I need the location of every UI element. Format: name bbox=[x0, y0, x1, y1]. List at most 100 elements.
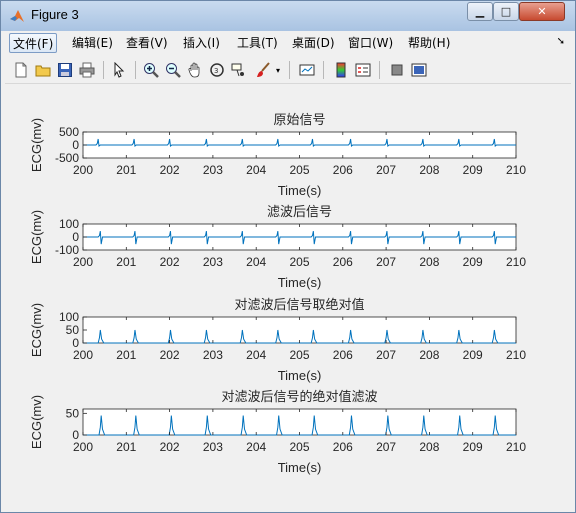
x-tick-label: 206 bbox=[333, 255, 353, 269]
plots-svg: 200 201 202 203 204 205 206 207 208 209 2105000-50… bbox=[29, 113, 526, 475]
x-tick-label: 205 bbox=[289, 255, 309, 269]
hide-plot-tools-icon[interactable] bbox=[387, 60, 407, 80]
x-tick-label: 204 bbox=[246, 440, 266, 454]
menu-desktop[interactable]: 桌面(D) bbox=[289, 33, 338, 53]
window-title: Figure 3 bbox=[31, 7, 79, 22]
menu-edit[interactable]: 编辑(E) bbox=[69, 33, 116, 53]
pan-icon[interactable] bbox=[185, 60, 205, 80]
toolbar-separator bbox=[379, 61, 380, 79]
matlab-logo-icon bbox=[10, 10, 24, 22]
x-tick-label: 200 bbox=[73, 163, 93, 177]
minimize-button[interactable]: ▁ bbox=[467, 2, 493, 21]
x-tick-label: 207 bbox=[376, 163, 396, 177]
brush-icon[interactable] bbox=[253, 60, 273, 80]
x-tick-label: 200 bbox=[73, 440, 93, 454]
toolbar-separator bbox=[323, 61, 324, 79]
y-tick-label: 0 bbox=[72, 336, 79, 350]
x-tick-label: 207 bbox=[376, 440, 396, 454]
x-tick-label: 203 bbox=[203, 255, 223, 269]
x-tick-label: 204 bbox=[246, 255, 266, 269]
save-icon[interactable] bbox=[55, 60, 75, 80]
y-tick-label: 100 bbox=[59, 217, 79, 231]
x-axis-label: Time(s) bbox=[278, 368, 322, 383]
x-axis-label: Time(s) bbox=[278, 183, 322, 198]
x-tick-label: 208 bbox=[419, 255, 439, 269]
pointer-icon[interactable] bbox=[109, 60, 129, 80]
x-tick-label: 209 bbox=[463, 255, 483, 269]
data-cursor-icon[interactable] bbox=[229, 60, 249, 80]
show-plot-tools-icon[interactable] bbox=[409, 60, 429, 80]
x-tick-label: 202 bbox=[160, 163, 180, 177]
chevron-down-icon[interactable]: ▾ bbox=[273, 60, 283, 80]
plot-title: 原始信号 bbox=[273, 113, 325, 128]
plot-title: 滤波后信号 bbox=[267, 205, 332, 220]
x-tick-label: 209 bbox=[463, 163, 483, 177]
y-tick-label: 50 bbox=[66, 323, 80, 337]
link-plot-icon[interactable] bbox=[297, 60, 317, 80]
x-tick-label: 206 bbox=[333, 163, 353, 177]
menu-file[interactable]: 文件(F) bbox=[9, 33, 58, 53]
zoom-out-icon[interactable] bbox=[163, 60, 183, 80]
x-tick-label: 205 bbox=[289, 163, 309, 177]
menu-insert[interactable]: 插入(I) bbox=[180, 33, 223, 53]
x-tick-label: 201 bbox=[116, 163, 136, 177]
y-tick-label: 100 bbox=[59, 310, 79, 324]
y-tick-label: 500 bbox=[59, 125, 79, 139]
svg-text:3: 3 bbox=[214, 67, 218, 75]
title-bar[interactable]: Figure 3 ▁ □ ✕ bbox=[1, 1, 575, 31]
new-figure-icon[interactable] bbox=[11, 60, 31, 80]
x-tick-label: 203 bbox=[203, 348, 223, 362]
x-tick-label: 200 bbox=[73, 255, 93, 269]
x-tick-label: 210 bbox=[506, 348, 526, 362]
x-tick-label: 205 bbox=[289, 348, 309, 362]
x-tick-label: 207 bbox=[376, 348, 396, 362]
x-tick-label: 204 bbox=[246, 348, 266, 362]
y-tick-label: -100 bbox=[55, 243, 79, 257]
x-tick-label: 208 bbox=[419, 440, 439, 454]
x-tick-label: 202 bbox=[160, 440, 180, 454]
legend-icon[interactable] bbox=[353, 60, 373, 80]
maximize-button[interactable]: □ bbox=[493, 2, 519, 21]
y-tick-label: 0 bbox=[72, 230, 79, 244]
x-tick-label: 203 bbox=[203, 163, 223, 177]
figure-canvas[interactable]: 200 201 202 203 204 205 206 207 208 209 210 500 0 -50… bbox=[5, 85, 571, 505]
y-axis-label: ECG(mv) bbox=[29, 395, 44, 449]
axes-box-3[interactable] bbox=[82, 316, 517, 344]
figure-toolbar: 3 ▾ bbox=[5, 57, 571, 84]
x-tick-label: 209 bbox=[463, 348, 483, 362]
y-tick-label: 0 bbox=[72, 428, 79, 442]
menu-help[interactable]: 帮助(H) bbox=[405, 33, 453, 53]
y-axis-label: ECG(mv) bbox=[29, 118, 44, 172]
x-tick-label: 205 bbox=[289, 440, 309, 454]
x-tick-label: 210 bbox=[506, 163, 526, 177]
x-axis-label: Time(s) bbox=[278, 275, 322, 290]
plot-title: 对滤波后信号的绝对值滤波 bbox=[221, 389, 377, 405]
print-icon[interactable] bbox=[77, 60, 97, 80]
x-tick-label: 206 bbox=[333, 348, 353, 362]
toolbar-separator bbox=[289, 61, 290, 79]
x-tick-label: 203 bbox=[203, 440, 223, 454]
x-tick-label: 201 bbox=[116, 440, 136, 454]
zoom-in-icon[interactable] bbox=[141, 60, 161, 80]
y-axis-label: ECG(mv) bbox=[29, 303, 44, 357]
menu-window[interactable]: 窗口(W) bbox=[345, 33, 396, 53]
colorbar-icon[interactable] bbox=[331, 60, 351, 80]
y-axis-label: ECG(mv) bbox=[29, 210, 44, 264]
axes-box-4[interactable] bbox=[82, 408, 517, 436]
close-button[interactable]: ✕ bbox=[519, 2, 565, 21]
menu-tools[interactable]: 工具(T) bbox=[234, 33, 281, 53]
x-axis-label: Time(s) bbox=[278, 460, 322, 475]
menu-view[interactable]: 查看(V) bbox=[123, 33, 171, 53]
toolbar-separator bbox=[135, 61, 136, 79]
x-tick-label: 202 bbox=[160, 255, 180, 269]
x-tick-label: 210 bbox=[506, 255, 526, 269]
rotate-3d-icon[interactable]: 3 bbox=[207, 60, 227, 80]
x-tick-label: 201 bbox=[116, 255, 136, 269]
x-tick-label: 210 bbox=[506, 440, 526, 454]
x-tick-label: 201 bbox=[116, 348, 136, 362]
open-file-icon[interactable] bbox=[33, 60, 53, 80]
menubar-overflow-icon[interactable]: ➘ bbox=[557, 36, 565, 47]
x-tick-label: 209 bbox=[463, 440, 483, 454]
figure-window: Figure 3 ▁ □ ✕ 文件(F) 编辑(E) 查看(V) 插入(I) 工… bbox=[0, 0, 576, 513]
x-tick-label: 208 bbox=[419, 163, 439, 177]
